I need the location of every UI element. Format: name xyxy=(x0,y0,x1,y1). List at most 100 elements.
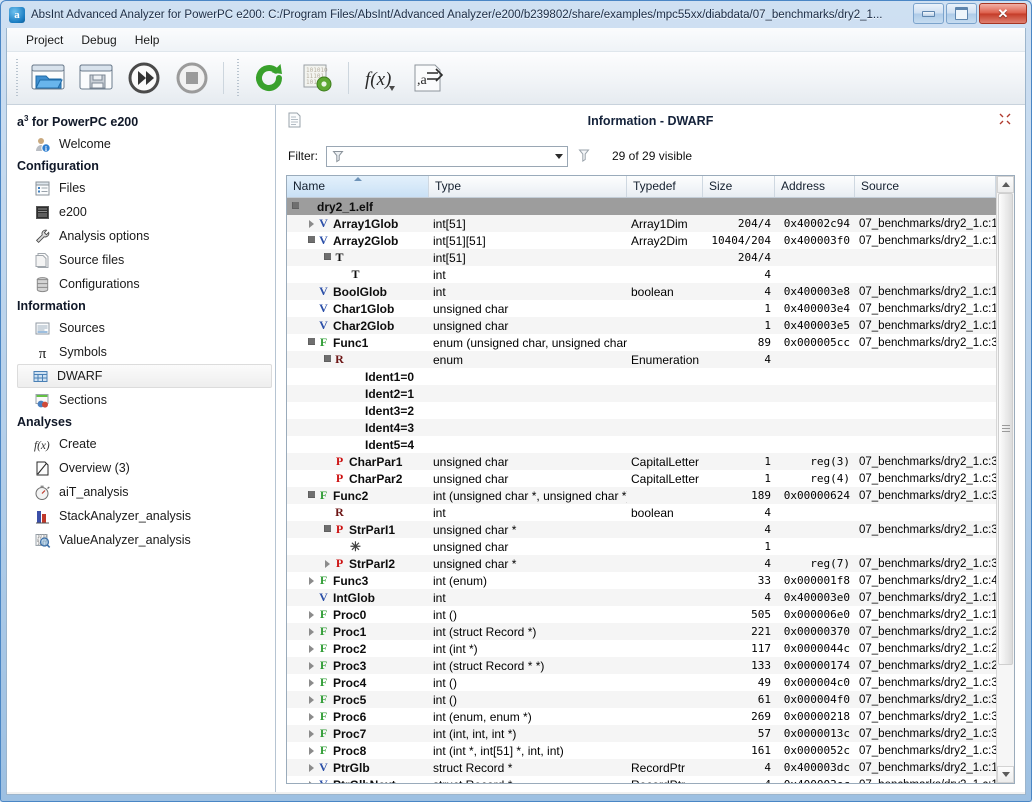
table-row[interactable]: F Proc6 int (enum, enum *) 269 0x00000218 07_… xyxy=(287,708,996,725)
table-row[interactable]: dry2_1.elf xyxy=(287,198,996,215)
maximize-button[interactable] xyxy=(946,3,977,24)
expand-arrow-icon[interactable] xyxy=(306,780,317,783)
table-row[interactable]: Renum Enumeration 4 xyxy=(287,351,996,368)
search-input[interactable] xyxy=(327,146,550,166)
menu-project[interactable]: Project xyxy=(17,30,72,50)
column-header-source[interactable]: Source xyxy=(855,176,996,197)
collapse-arrow-icon[interactable] xyxy=(306,491,317,499)
expand-arrow-icon[interactable] xyxy=(306,712,317,721)
table-row[interactable]: P StrParI1 unsigned char * 4 07_benchmarks/d… xyxy=(287,521,996,538)
sidebar-item-source-files[interactable]: Source files xyxy=(7,248,275,272)
column-header-address[interactable]: Address xyxy=(775,176,855,197)
scroll-up-button[interactable] xyxy=(997,176,1014,193)
expand-arrow-icon[interactable] xyxy=(306,678,317,687)
sidebar-item-files[interactable]: Files xyxy=(7,176,275,200)
table-row[interactable]: Ident3=2 xyxy=(287,402,996,419)
table-row[interactable]: V Char2Glob unsigned char 1 0x400003e5 07_ben… xyxy=(287,317,996,334)
sidebar-item-dwarf[interactable]: DWARF xyxy=(17,364,272,389)
minimize-button[interactable] xyxy=(913,3,944,24)
sidebar-item-welcome[interactable]: i Welcome xyxy=(7,132,275,156)
table-row[interactable]: F Proc5 int () 61 0x000004f0 07_benchmarks/dr… xyxy=(287,691,996,708)
table-row[interactable]: P CharPar1 unsigned char CapitalLetter 1 reg(… xyxy=(287,453,996,470)
sidebar-item-valueanalyzer-analysis[interactable]: 101001101001 ValueAnalyzer_analysis xyxy=(7,528,275,552)
sidebar-item-analysis-options[interactable]: Analysis options xyxy=(7,224,275,248)
expand-arrow-icon[interactable] xyxy=(306,627,317,636)
save-project-button[interactable] xyxy=(73,55,119,101)
column-header-typedef[interactable]: Typedef xyxy=(627,176,703,197)
expand-arrow-icon[interactable] xyxy=(306,729,317,738)
expand-arrow-icon[interactable] xyxy=(306,576,317,585)
expand-arrow-icon[interactable] xyxy=(306,610,317,619)
table-row[interactable]: Tint[51] 204/4 xyxy=(287,249,996,266)
toolbar-grip[interactable] xyxy=(14,59,20,97)
scroll-down-button[interactable] xyxy=(997,766,1014,783)
collapse-arrow-icon[interactable] xyxy=(322,355,333,363)
table-row[interactable]: F Func1 enum (unsigned char, unsigned char… xyxy=(287,334,996,351)
table-row[interactable]: V BoolGlob int boolean 4 0x400003e8 07_benchma… xyxy=(287,283,996,300)
table-row[interactable]: F Proc0 int () 505 0x000006e0 07_benchmarks/d… xyxy=(287,606,996,623)
sidebar-item-sections[interactable]: Sections xyxy=(7,388,275,412)
annotation-button[interactable]: ,a xyxy=(405,55,451,101)
table-row[interactable]: Ident5=4 xyxy=(287,436,996,453)
sidebar-item-e200[interactable]: e200 xyxy=(7,200,275,224)
table-row[interactable]: V Char1Glob unsigned char 1 0x400003e4 07_ben… xyxy=(287,300,996,317)
sidebar-item-create[interactable]: f(x) Create xyxy=(7,432,275,456)
table-row[interactable]: Ident4=3 xyxy=(287,419,996,436)
vertical-scrollbar[interactable] xyxy=(996,176,1014,783)
function-button[interactable]: f(x) xyxy=(357,55,403,101)
restore-icon[interactable] xyxy=(999,113,1011,128)
table-row[interactable]: V PtrGlb struct Record * RecordPtr 4 0x400003… xyxy=(287,759,996,776)
column-header-type[interactable]: Type xyxy=(429,176,627,197)
table-row[interactable]: Rint boolean 4 xyxy=(287,504,996,521)
sidebar-item-sources[interactable]: Sources xyxy=(7,316,275,340)
open-project-button[interactable] xyxy=(25,55,71,101)
stop-button[interactable] xyxy=(169,55,215,101)
table-row[interactable]: F Func3 int (enum) 33 0x000001f8 07_benchmark… xyxy=(287,572,996,589)
expand-arrow-icon[interactable] xyxy=(306,644,317,653)
sidebar-item-symbols[interactable]: π Symbols xyxy=(7,340,275,364)
column-header-size[interactable]: Size xyxy=(703,176,775,197)
sidebar-item-overview[interactable]: Overview (3) xyxy=(7,456,275,480)
collapse-arrow-icon[interactable] xyxy=(306,236,317,244)
table-row[interactable]: F Proc2 int (int *) 117 0x0000044c 07_benchma… xyxy=(287,640,996,657)
expand-arrow-icon[interactable] xyxy=(306,219,317,228)
clear-funnel-icon[interactable] xyxy=(576,146,592,166)
collapse-arrow-icon[interactable] xyxy=(322,253,333,261)
collapse-arrow-icon[interactable] xyxy=(322,525,333,533)
expand-arrow-icon[interactable] xyxy=(322,559,333,568)
table-row[interactable]: P StrParI2 unsigned char * 4 reg(7) 07_benchm… xyxy=(287,555,996,572)
table-row[interactable]: F Proc8 int (int *, int[51] *, int, int) 16… xyxy=(287,742,996,759)
sidebar-item-stackanalyzer-analysis[interactable]: StackAnalyzer_analysis xyxy=(7,504,275,528)
table-row[interactable]: P CharPar2 unsigned char CapitalLetter 1 reg(… xyxy=(287,470,996,487)
toolbar-grip-2[interactable] xyxy=(235,59,241,97)
close-button[interactable]: ✕ xyxy=(979,3,1027,24)
table-row[interactable]: ✳ unsigned char 1 xyxy=(287,538,996,555)
table-row[interactable]: V IntGlob int 4 0x400003e0 07_benchmarks/dry2… xyxy=(287,589,996,606)
table-row[interactable]: Tint 4 xyxy=(287,266,996,283)
sidebar-item-ait-analysis[interactable]: aiT_analysis xyxy=(7,480,275,504)
column-header-name[interactable]: Name xyxy=(287,176,429,197)
expand-arrow-icon[interactable] xyxy=(306,746,317,755)
table-row[interactable]: F Proc1 int (struct Record *) 221 0x00000370… xyxy=(287,623,996,640)
table-row[interactable]: F Proc3 int (struct Record * *) 133 0x000001… xyxy=(287,657,996,674)
run-button[interactable] xyxy=(121,55,167,101)
expand-arrow-icon[interactable] xyxy=(306,695,317,704)
expand-arrow-icon[interactable] xyxy=(306,763,317,772)
collapse-arrow-icon[interactable] xyxy=(290,202,301,210)
collapse-arrow-icon[interactable] xyxy=(306,338,317,346)
filter-combobox[interactable] xyxy=(326,145,568,167)
chevron-down-icon[interactable] xyxy=(550,147,567,166)
expand-arrow-icon[interactable] xyxy=(306,661,317,670)
refresh-button[interactable] xyxy=(246,55,292,101)
scrollbar-thumb[interactable] xyxy=(998,193,1013,665)
table-row[interactable]: Ident1=0 xyxy=(287,368,996,385)
table-row[interactable]: VPtrGlbNextstruct Record *RecordPtr40x40… xyxy=(287,776,996,783)
sidebar-item-configurations[interactable]: Configurations xyxy=(7,272,275,296)
menu-debug[interactable]: Debug xyxy=(72,30,125,50)
table-row[interactable]: V Array1Glob int[51] Array1Dim 204/4 0x40002c… xyxy=(287,215,996,232)
table-row[interactable]: F Proc4 int () 49 0x000004c0 07_benchmarks/dr… xyxy=(287,674,996,691)
table-row[interactable]: Ident2=1 xyxy=(287,385,996,402)
binary-settings-button[interactable]: 101010 11101 10100 xyxy=(294,55,340,101)
menu-help[interactable]: Help xyxy=(126,30,169,50)
scrollbar-track[interactable] xyxy=(997,193,1014,766)
